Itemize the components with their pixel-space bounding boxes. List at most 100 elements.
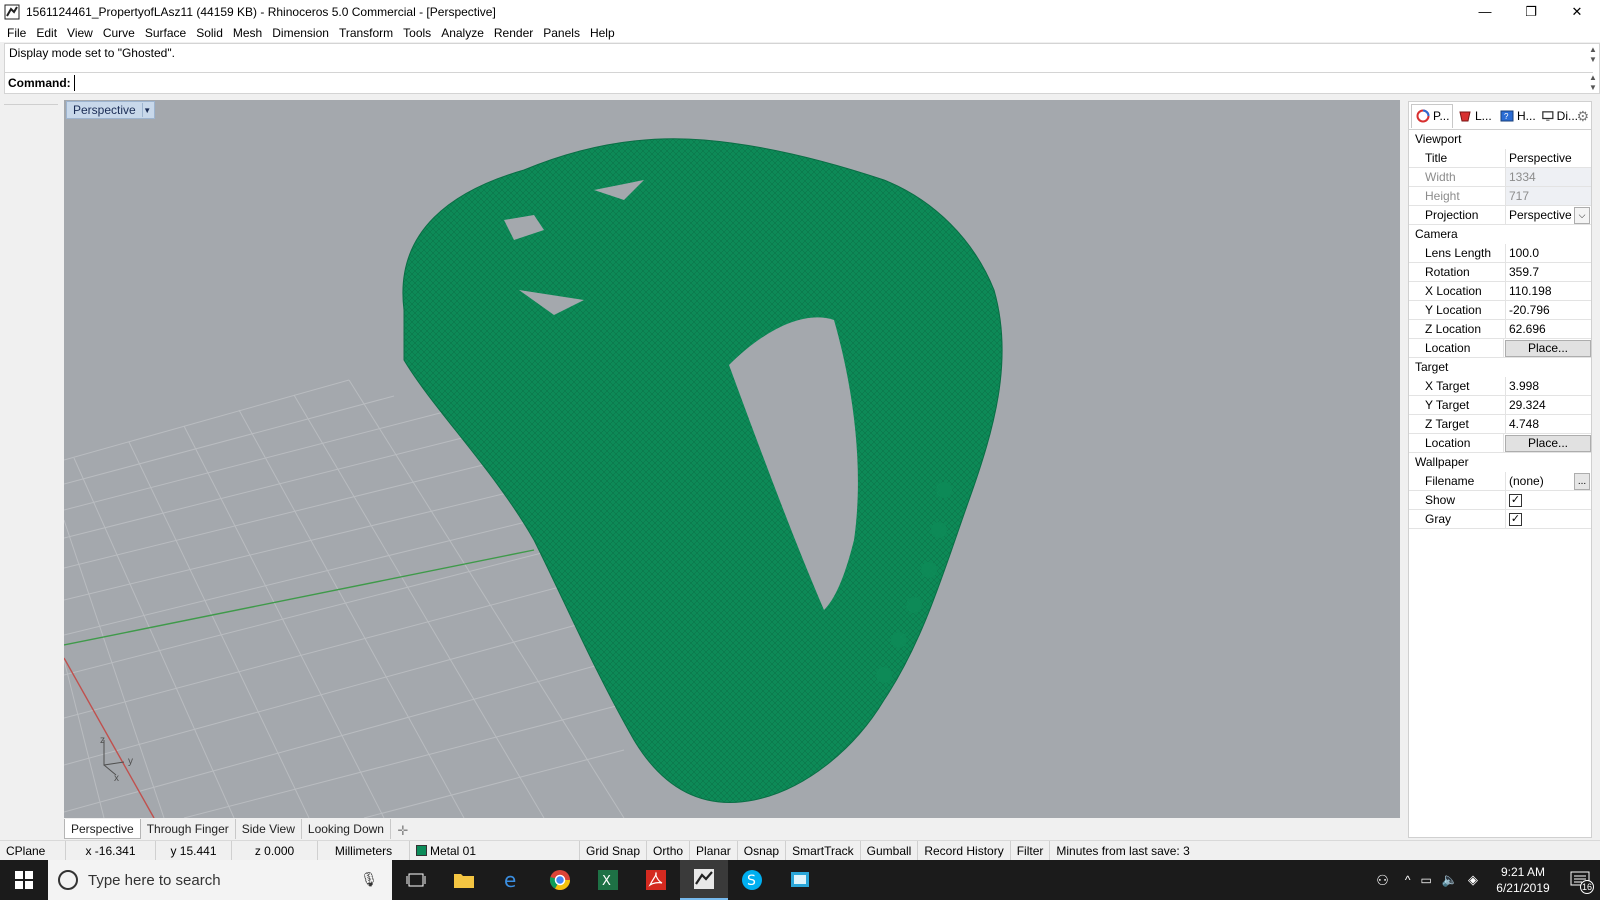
close-button[interactable]: ✕ bbox=[1554, 0, 1600, 23]
volume-icon[interactable]: 🔈 bbox=[1442, 872, 1458, 888]
menu-mesh[interactable]: Mesh bbox=[228, 26, 267, 40]
ortho-toggle[interactable]: Ortho bbox=[647, 840, 691, 861]
row-z-location: Z Location 62.696 bbox=[1409, 320, 1591, 339]
tab-layers[interactable]: L... bbox=[1453, 104, 1495, 128]
y-location-field[interactable]: -20.796 bbox=[1505, 301, 1591, 319]
smarttrack-toggle[interactable]: SmartTrack bbox=[786, 840, 861, 861]
svg-text:X: X bbox=[602, 874, 611, 889]
z-target-field[interactable]: 4.748 bbox=[1505, 415, 1591, 433]
layers-icon bbox=[1459, 111, 1471, 121]
browse-button[interactable]: ... bbox=[1574, 473, 1590, 490]
history-scrollbar[interactable]: ▲ ▼ bbox=[1587, 45, 1599, 71]
tab-display[interactable]: Di... bbox=[1537, 104, 1579, 128]
menu-dimension[interactable]: Dimension bbox=[267, 26, 334, 40]
menu-render[interactable]: Render bbox=[489, 26, 538, 40]
perspective-viewport[interactable]: z y x Perspective ▼ bbox=[64, 100, 1400, 818]
y-location-label: Y Location bbox=[1409, 301, 1505, 319]
axis-label-z: z bbox=[100, 735, 105, 746]
menu-tools[interactable]: Tools bbox=[398, 26, 436, 40]
chevron-up-icon[interactable]: ^ bbox=[1405, 873, 1411, 887]
z-location-field[interactable]: 62.696 bbox=[1505, 320, 1591, 338]
add-viewport-tab-icon[interactable]: ✛ bbox=[391, 823, 415, 839]
system-clock[interactable]: 9:21 AM 6/21/2019 bbox=[1486, 864, 1560, 896]
excel-icon[interactable]: X bbox=[584, 860, 632, 900]
row-show: Show ✓ bbox=[1409, 491, 1591, 510]
viewport-menu-dropdown-icon[interactable]: ▼ bbox=[141, 103, 152, 117]
microphone-icon[interactable]: 🎙 bbox=[360, 871, 378, 888]
taskbar-search-box[interactable]: Type here to search 🎙 bbox=[48, 860, 392, 900]
record-history-toggle[interactable]: Record History bbox=[918, 840, 1011, 861]
command-scrollbar[interactable]: ▲ ▼ bbox=[1587, 73, 1599, 93]
clock-time: 9:21 AM bbox=[1500, 865, 1546, 879]
menu-help[interactable]: Help bbox=[585, 26, 620, 40]
camera-place-button[interactable]: Place... bbox=[1505, 339, 1591, 357]
coord-x: x -16.341 bbox=[66, 840, 156, 861]
target-location-cell: Place... bbox=[1503, 434, 1591, 452]
menu-file[interactable]: File bbox=[2, 26, 31, 40]
minimize-button[interactable]: — bbox=[1462, 0, 1508, 23]
gray-checkbox[interactable]: ✓ bbox=[1509, 512, 1522, 526]
tab-perspective[interactable]: Perspective bbox=[64, 819, 141, 839]
projection-select[interactable]: Perspective ⌵ bbox=[1505, 206, 1591, 224]
restore-button[interactable]: ❐ bbox=[1508, 0, 1554, 23]
viewport-title[interactable]: Perspective ▼ bbox=[66, 101, 155, 119]
menu-curve[interactable]: Curve bbox=[98, 26, 140, 40]
chevron-down-icon[interactable]: ⌵ bbox=[1574, 207, 1590, 224]
chrome-icon[interactable] bbox=[536, 860, 584, 900]
start-button[interactable] bbox=[0, 860, 48, 900]
layer-button[interactable]: Metal 01 bbox=[410, 840, 580, 861]
planar-toggle[interactable]: Planar bbox=[690, 840, 738, 861]
filter-toggle[interactable]: Filter bbox=[1011, 840, 1051, 861]
task-view-icon[interactable] bbox=[392, 860, 440, 900]
grid-snap-toggle[interactable]: Grid Snap bbox=[580, 840, 648, 861]
tab-help[interactable]: ? H... bbox=[1495, 104, 1537, 128]
title-bar: 1561124461_PropertyofLAsz11 (44159 KB) -… bbox=[0, 0, 1600, 23]
menu-transform[interactable]: Transform bbox=[334, 26, 398, 40]
tab-side-view[interactable]: Side View bbox=[236, 819, 302, 839]
lens-length-label: Lens Length bbox=[1409, 244, 1505, 262]
show-checkbox[interactable]: ✓ bbox=[1509, 493, 1522, 507]
network-icon[interactable]: ▭ bbox=[1420, 873, 1431, 887]
people-icon[interactable]: ⚇ bbox=[1376, 872, 1389, 889]
projection-value: Perspective bbox=[1509, 207, 1572, 222]
skype-icon[interactable]: S bbox=[728, 860, 776, 900]
lens-length-field[interactable]: 100.0 bbox=[1505, 244, 1591, 262]
tab-through-finger[interactable]: Through Finger bbox=[141, 819, 236, 839]
rotation-field[interactable]: 359.7 bbox=[1505, 263, 1591, 281]
title-field[interactable]: Perspective bbox=[1505, 149, 1591, 167]
title-label: Title bbox=[1409, 149, 1505, 167]
command-input[interactable] bbox=[73, 74, 1474, 91]
x-location-field[interactable]: 110.198 bbox=[1505, 282, 1591, 300]
dropbox-icon[interactable]: ◈ bbox=[1468, 872, 1478, 888]
rhino-taskbar-icon[interactable] bbox=[680, 860, 728, 900]
menu-view[interactable]: View bbox=[62, 26, 98, 40]
section-camera: Camera bbox=[1409, 225, 1591, 244]
menu-edit[interactable]: Edit bbox=[31, 26, 62, 40]
filename-field[interactable]: (none) ... bbox=[1505, 472, 1591, 490]
y-target-field[interactable]: 29.324 bbox=[1505, 396, 1591, 414]
gumball-toggle[interactable]: Gumball bbox=[861, 840, 919, 861]
menu-surface[interactable]: Surface bbox=[140, 26, 191, 40]
target-place-button[interactable]: Place... bbox=[1505, 434, 1591, 452]
app-window-icon[interactable] bbox=[776, 860, 824, 900]
x-target-field[interactable]: 3.998 bbox=[1505, 377, 1591, 395]
menu-panels[interactable]: Panels bbox=[538, 26, 585, 40]
tab-properties[interactable]: P... bbox=[1411, 103, 1453, 128]
acrobat-icon[interactable] bbox=[632, 860, 680, 900]
menu-analyze[interactable]: Analyze bbox=[436, 26, 489, 40]
row-y-location: Y Location -20.796 bbox=[1409, 301, 1591, 320]
units-button[interactable]: Millimeters bbox=[318, 840, 410, 861]
tab-looking-down[interactable]: Looking Down bbox=[302, 819, 391, 839]
file-explorer-icon[interactable] bbox=[440, 860, 488, 900]
action-center-icon[interactable]: 16 bbox=[1560, 860, 1600, 900]
osnap-toggle[interactable]: Osnap bbox=[738, 840, 787, 861]
width-label: Width bbox=[1409, 168, 1505, 186]
edge-browser-icon[interactable]: e bbox=[488, 860, 536, 900]
menu-solid[interactable]: Solid bbox=[191, 26, 228, 40]
z-target-label: Z Target bbox=[1409, 415, 1505, 433]
search-placeholder: Type here to search bbox=[88, 871, 221, 889]
gear-icon[interactable]: ⚙ bbox=[1576, 108, 1589, 125]
rhino-app-icon[interactable] bbox=[4, 4, 20, 20]
cplane-button[interactable]: CPlane bbox=[0, 840, 66, 861]
camera-location-label: Location bbox=[1409, 339, 1503, 357]
